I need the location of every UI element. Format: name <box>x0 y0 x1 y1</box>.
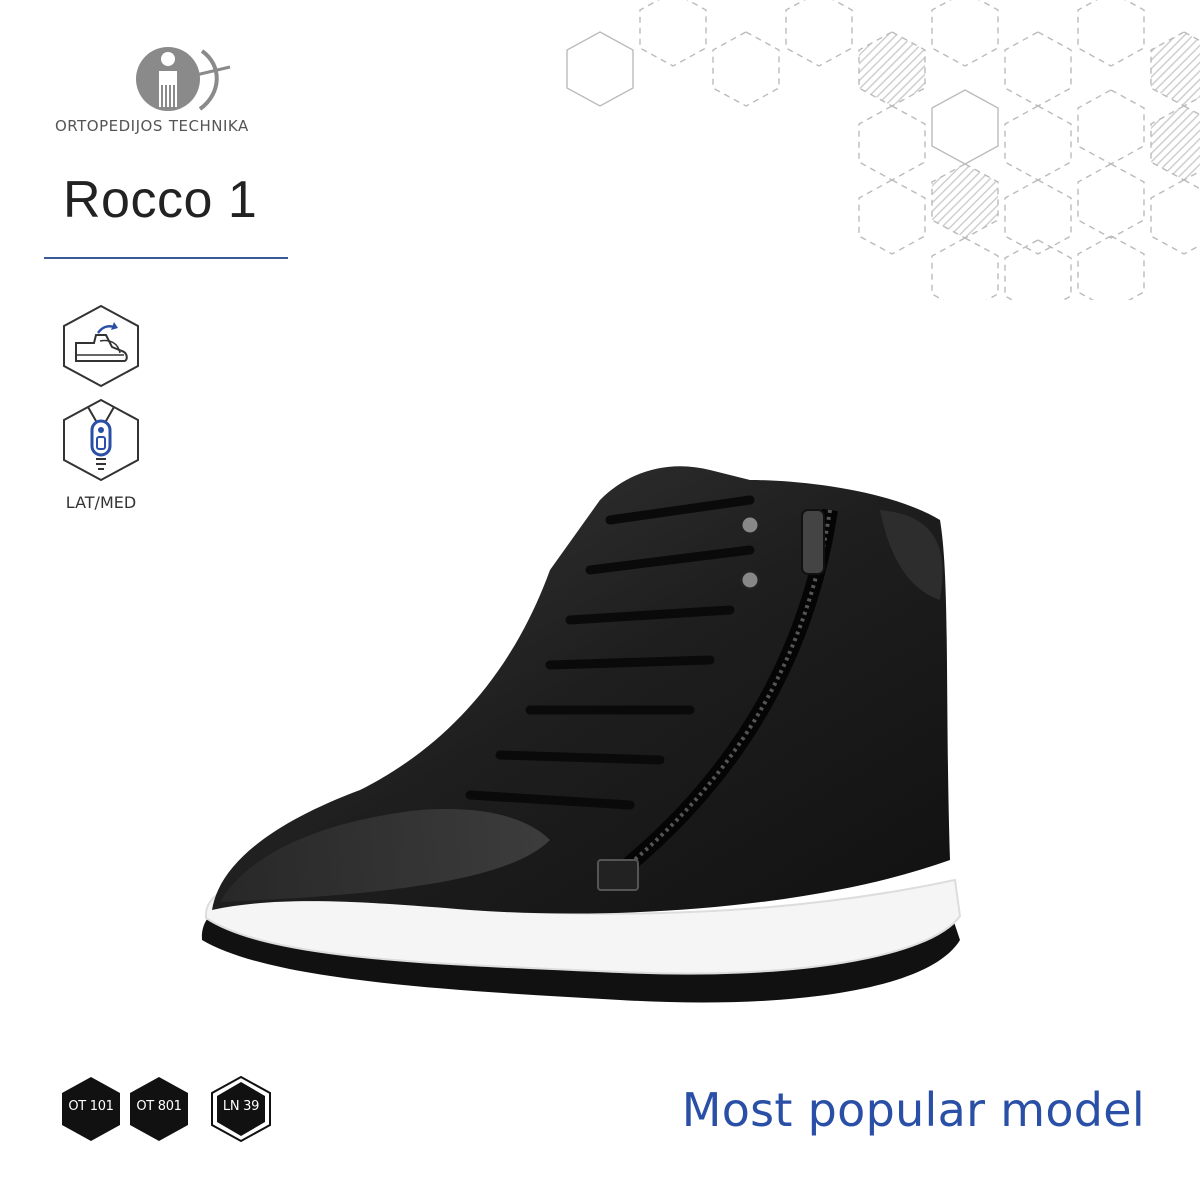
product-shoe-image <box>201 466 962 1003</box>
title-underline <box>44 257 288 259</box>
badge-ln-39: LN 39 <box>210 1075 272 1143</box>
feature-lat-med-zipper: LAT/MED <box>60 397 142 517</box>
brand-logo: ORTOPEDIJOS TECHNIKA <box>55 45 285 145</box>
brand-logo-mark <box>136 47 231 111</box>
orthopedic-boot-icon <box>63 304 139 388</box>
zipper-icon <box>63 398 139 482</box>
badge-label: LN 39 <box>222 1099 260 1114</box>
badge-ot-101: OT 101 <box>60 1075 122 1143</box>
brand-name: ORTOPEDIJOS TECHNIKA <box>55 117 285 135</box>
badge-label: OT 801 <box>136 1099 182 1114</box>
brand-name-word-2: TECHNIKA <box>168 117 249 135</box>
feature-orthopedic-boot <box>60 303 142 389</box>
brand-name-word-1: ORTOPEDIJOS <box>55 117 163 135</box>
badge-label: OT 101 <box>68 1099 114 1114</box>
hexagon-pattern-decoration <box>566 0 1200 300</box>
lat-med-label: LAT/MED <box>65 493 137 512</box>
product-title: Rocco 1 <box>63 171 258 229</box>
badge-ot-801: OT 801 <box>128 1075 190 1143</box>
tagline: Most popular model <box>681 1083 1145 1137</box>
